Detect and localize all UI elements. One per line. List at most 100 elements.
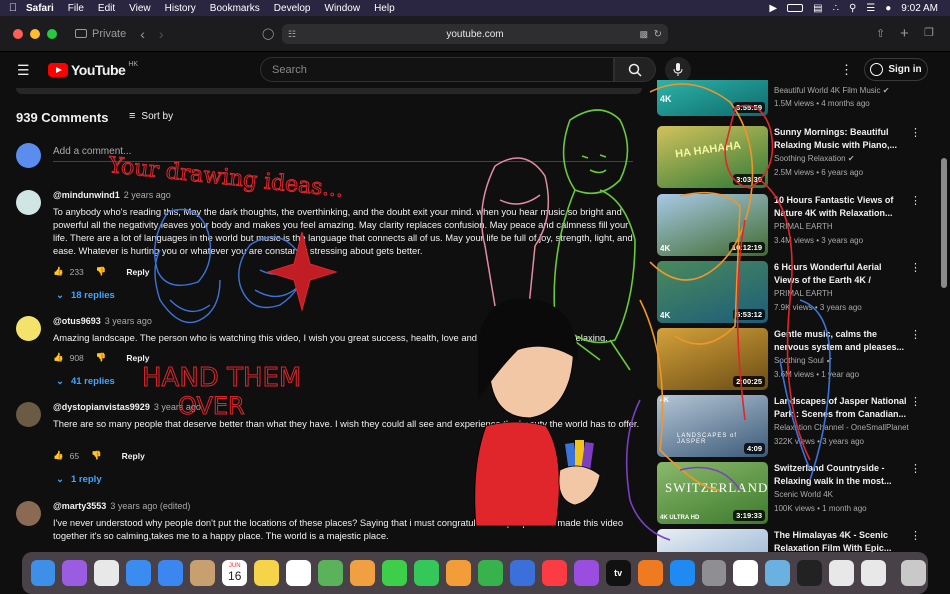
- video-options-icon[interactable]: ⋮: [910, 529, 921, 542]
- terminal-icon[interactable]: [797, 560, 823, 586]
- appstore-icon[interactable]: [669, 560, 695, 586]
- comment-author[interactable]: @otus9693 3 years ago: [53, 316, 152, 326]
- screenshot-icon[interactable]: [829, 560, 855, 586]
- settings-icon[interactable]: [701, 560, 727, 586]
- video-thumbnail[interactable]: 4K 10:12:19: [657, 194, 768, 256]
- video-channel[interactable]: Beautiful World 4K Film Music ✔: [774, 86, 890, 95]
- privacy-shield-icon[interactable]: ◯: [262, 27, 274, 40]
- notes-icon[interactable]: [254, 560, 280, 586]
- video-thumbnail[interactable]: 4K 5:53:12: [657, 261, 768, 323]
- dislike-icon[interactable]: 👎: [96, 266, 107, 277]
- video-channel[interactable]: PRIMAL EARTH: [774, 289, 833, 298]
- video-channel[interactable]: PRIMAL EARTH: [774, 222, 833, 231]
- video-channel[interactable]: Soothing Soul ✔: [774, 356, 833, 365]
- related-video[interactable]: 2:00:25 Gentle music, calms the nervous …: [657, 328, 927, 392]
- like-icon[interactable]: 👍: [53, 352, 64, 363]
- related-video[interactable]: 4K 10:12:19 10 Hours Fantastic Views of …: [657, 194, 927, 258]
- share-icon[interactable]: ⇧: [876, 27, 885, 40]
- keynote-icon[interactable]: [509, 560, 535, 586]
- like-icon[interactable]: 👍: [53, 266, 64, 277]
- video-title[interactable]: Switzerland Countryside - Relaxing walk …: [774, 462, 909, 488]
- screen-mirror-icon[interactable]: ▤: [813, 3, 822, 14]
- messages-icon[interactable]: [381, 560, 407, 586]
- commenter-avatar[interactable]: [16, 501, 41, 526]
- video-title[interactable]: 10 Hours Fantastic Views of Nature 4K wi…: [774, 194, 909, 220]
- minimize-window-button[interactable]: [30, 28, 40, 39]
- video-title[interactable]: Sunny Mornings: Beautiful Relaxing Music…: [774, 126, 909, 152]
- sign-in-button[interactable]: Sign in: [864, 58, 928, 81]
- downloads-icon[interactable]: [861, 560, 887, 586]
- add-comment-input[interactable]: Add a comment...: [53, 146, 131, 157]
- search-button[interactable]: [614, 57, 656, 82]
- scrollbar-thumb[interactable]: [941, 158, 947, 288]
- video-title[interactable]: Landscapes of Jasper National Park : Sce…: [774, 395, 909, 421]
- music-icon[interactable]: [541, 560, 567, 586]
- new-tab-button[interactable]: +: [900, 25, 909, 42]
- page-scrollbar[interactable]: [938, 52, 950, 552]
- video-channel[interactable]: Scenic World 4K: [774, 490, 833, 499]
- numbers-icon[interactable]: [477, 560, 503, 586]
- like-icon[interactable]: 👍: [53, 450, 64, 461]
- siri-icon[interactable]: [62, 560, 88, 586]
- reply-button[interactable]: Reply: [122, 451, 145, 461]
- menu-help[interactable]: Help: [374, 3, 395, 14]
- tab-overview-icon[interactable]: ❐: [924, 26, 934, 39]
- video-title[interactable]: 6 Hours Wonderful Aerial Views of the Ea…: [774, 261, 909, 287]
- view-replies-button[interactable]: ⌄ 41 replies: [56, 376, 115, 387]
- reply-button[interactable]: Reply: [126, 267, 149, 277]
- related-video[interactable]: 4K 5:53:12 6 Hours Wonderful Aerial View…: [657, 261, 927, 325]
- comment-time[interactable]: 3 years ago (edited): [110, 501, 190, 511]
- comment-time[interactable]: 3 years ago: [154, 402, 201, 412]
- settings-kebab-icon[interactable]: ⋮: [840, 62, 853, 78]
- reply-button[interactable]: Reply: [126, 353, 149, 363]
- forward-button[interactable]: ›: [159, 26, 164, 42]
- video-options-icon[interactable]: ⋮: [910, 462, 921, 475]
- address-bar[interactable]: ☷ youtube.com ▩ ↻: [282, 24, 668, 44]
- dislike-icon[interactable]: 👎: [96, 352, 107, 363]
- preview-icon[interactable]: [765, 560, 791, 586]
- commenter-avatar[interactable]: [16, 316, 41, 341]
- youtube-logo[interactable]: YouTube HK: [48, 61, 138, 78]
- video-title[interactable]: The Himalayas 4K - Scenic Relaxation Fil…: [774, 529, 909, 552]
- sidebar-toggle-button[interactable]: Private: [75, 28, 126, 40]
- video-thumbnail[interactable]: 2:00:25: [657, 328, 768, 390]
- translate-icon[interactable]: ▩: [639, 29, 648, 40]
- menu-bookmarks[interactable]: Bookmarks: [210, 3, 260, 14]
- spotlight-icon[interactable]: ⚲: [849, 3, 856, 14]
- menu-app-name[interactable]: Safari: [26, 3, 54, 14]
- video-options-icon[interactable]: ⋮: [910, 126, 921, 139]
- video-thumbnail[interactable]: HA HAHAHA 3:03:39: [657, 126, 768, 188]
- chrome-icon[interactable]: [733, 560, 759, 586]
- dislike-icon[interactable]: 👎: [91, 450, 102, 461]
- calendar-icon[interactable]: JUN 16: [222, 560, 248, 586]
- finder-icon[interactable]: [30, 560, 56, 586]
- video-options-icon[interactable]: ⋮: [910, 328, 921, 341]
- related-video[interactable]: The Himalayas 4K - Scenic Relaxation Fil…: [657, 529, 927, 552]
- zoom-window-button[interactable]: [47, 28, 57, 39]
- comment-author[interactable]: @dystopianvistas9929 3 years ago: [53, 402, 201, 412]
- comment-time[interactable]: 2 years ago: [124, 190, 171, 200]
- tv-icon[interactable]: tv: [605, 560, 631, 586]
- video-options-icon[interactable]: ⋮: [910, 194, 921, 207]
- commenter-avatar[interactable]: [16, 190, 41, 215]
- reminders-icon[interactable]: [286, 560, 312, 586]
- comment-time[interactable]: 3 years ago: [105, 316, 152, 326]
- launchpad-icon[interactable]: [94, 560, 120, 586]
- comment-author[interactable]: @marty3553 3 years ago (edited): [53, 501, 190, 511]
- clock[interactable]: 9:02 AM: [901, 3, 938, 14]
- podcasts-icon[interactable]: [573, 560, 599, 586]
- video-thumbnail[interactable]: 4K LANDSCAPES of JASPER 4:09: [657, 395, 768, 457]
- back-button[interactable]: ‹: [140, 26, 145, 42]
- video-title[interactable]: Gentle music, calms the nervous system a…: [774, 328, 909, 354]
- menu-develop[interactable]: Develop: [274, 3, 311, 14]
- play-status-icon[interactable]: ▶: [769, 3, 777, 14]
- trash-icon[interactable]: [900, 560, 926, 586]
- related-video[interactable]: SWITZERLAND 4K ULTRA HD 3:19:33 Switzerl…: [657, 462, 927, 526]
- video-options-icon[interactable]: ⋮: [910, 261, 921, 274]
- video-thumbnail[interactable]: [657, 529, 768, 552]
- view-replies-button[interactable]: ⌄ 18 replies: [56, 290, 115, 301]
- video-channel[interactable]: Soothing Relaxation ✔: [774, 154, 855, 163]
- safari-icon[interactable]: [126, 560, 152, 586]
- related-video[interactable]: HA HAHAHA 3:03:39 Sunny Mornings: Beauti…: [657, 126, 927, 190]
- maps-icon[interactable]: [318, 560, 344, 586]
